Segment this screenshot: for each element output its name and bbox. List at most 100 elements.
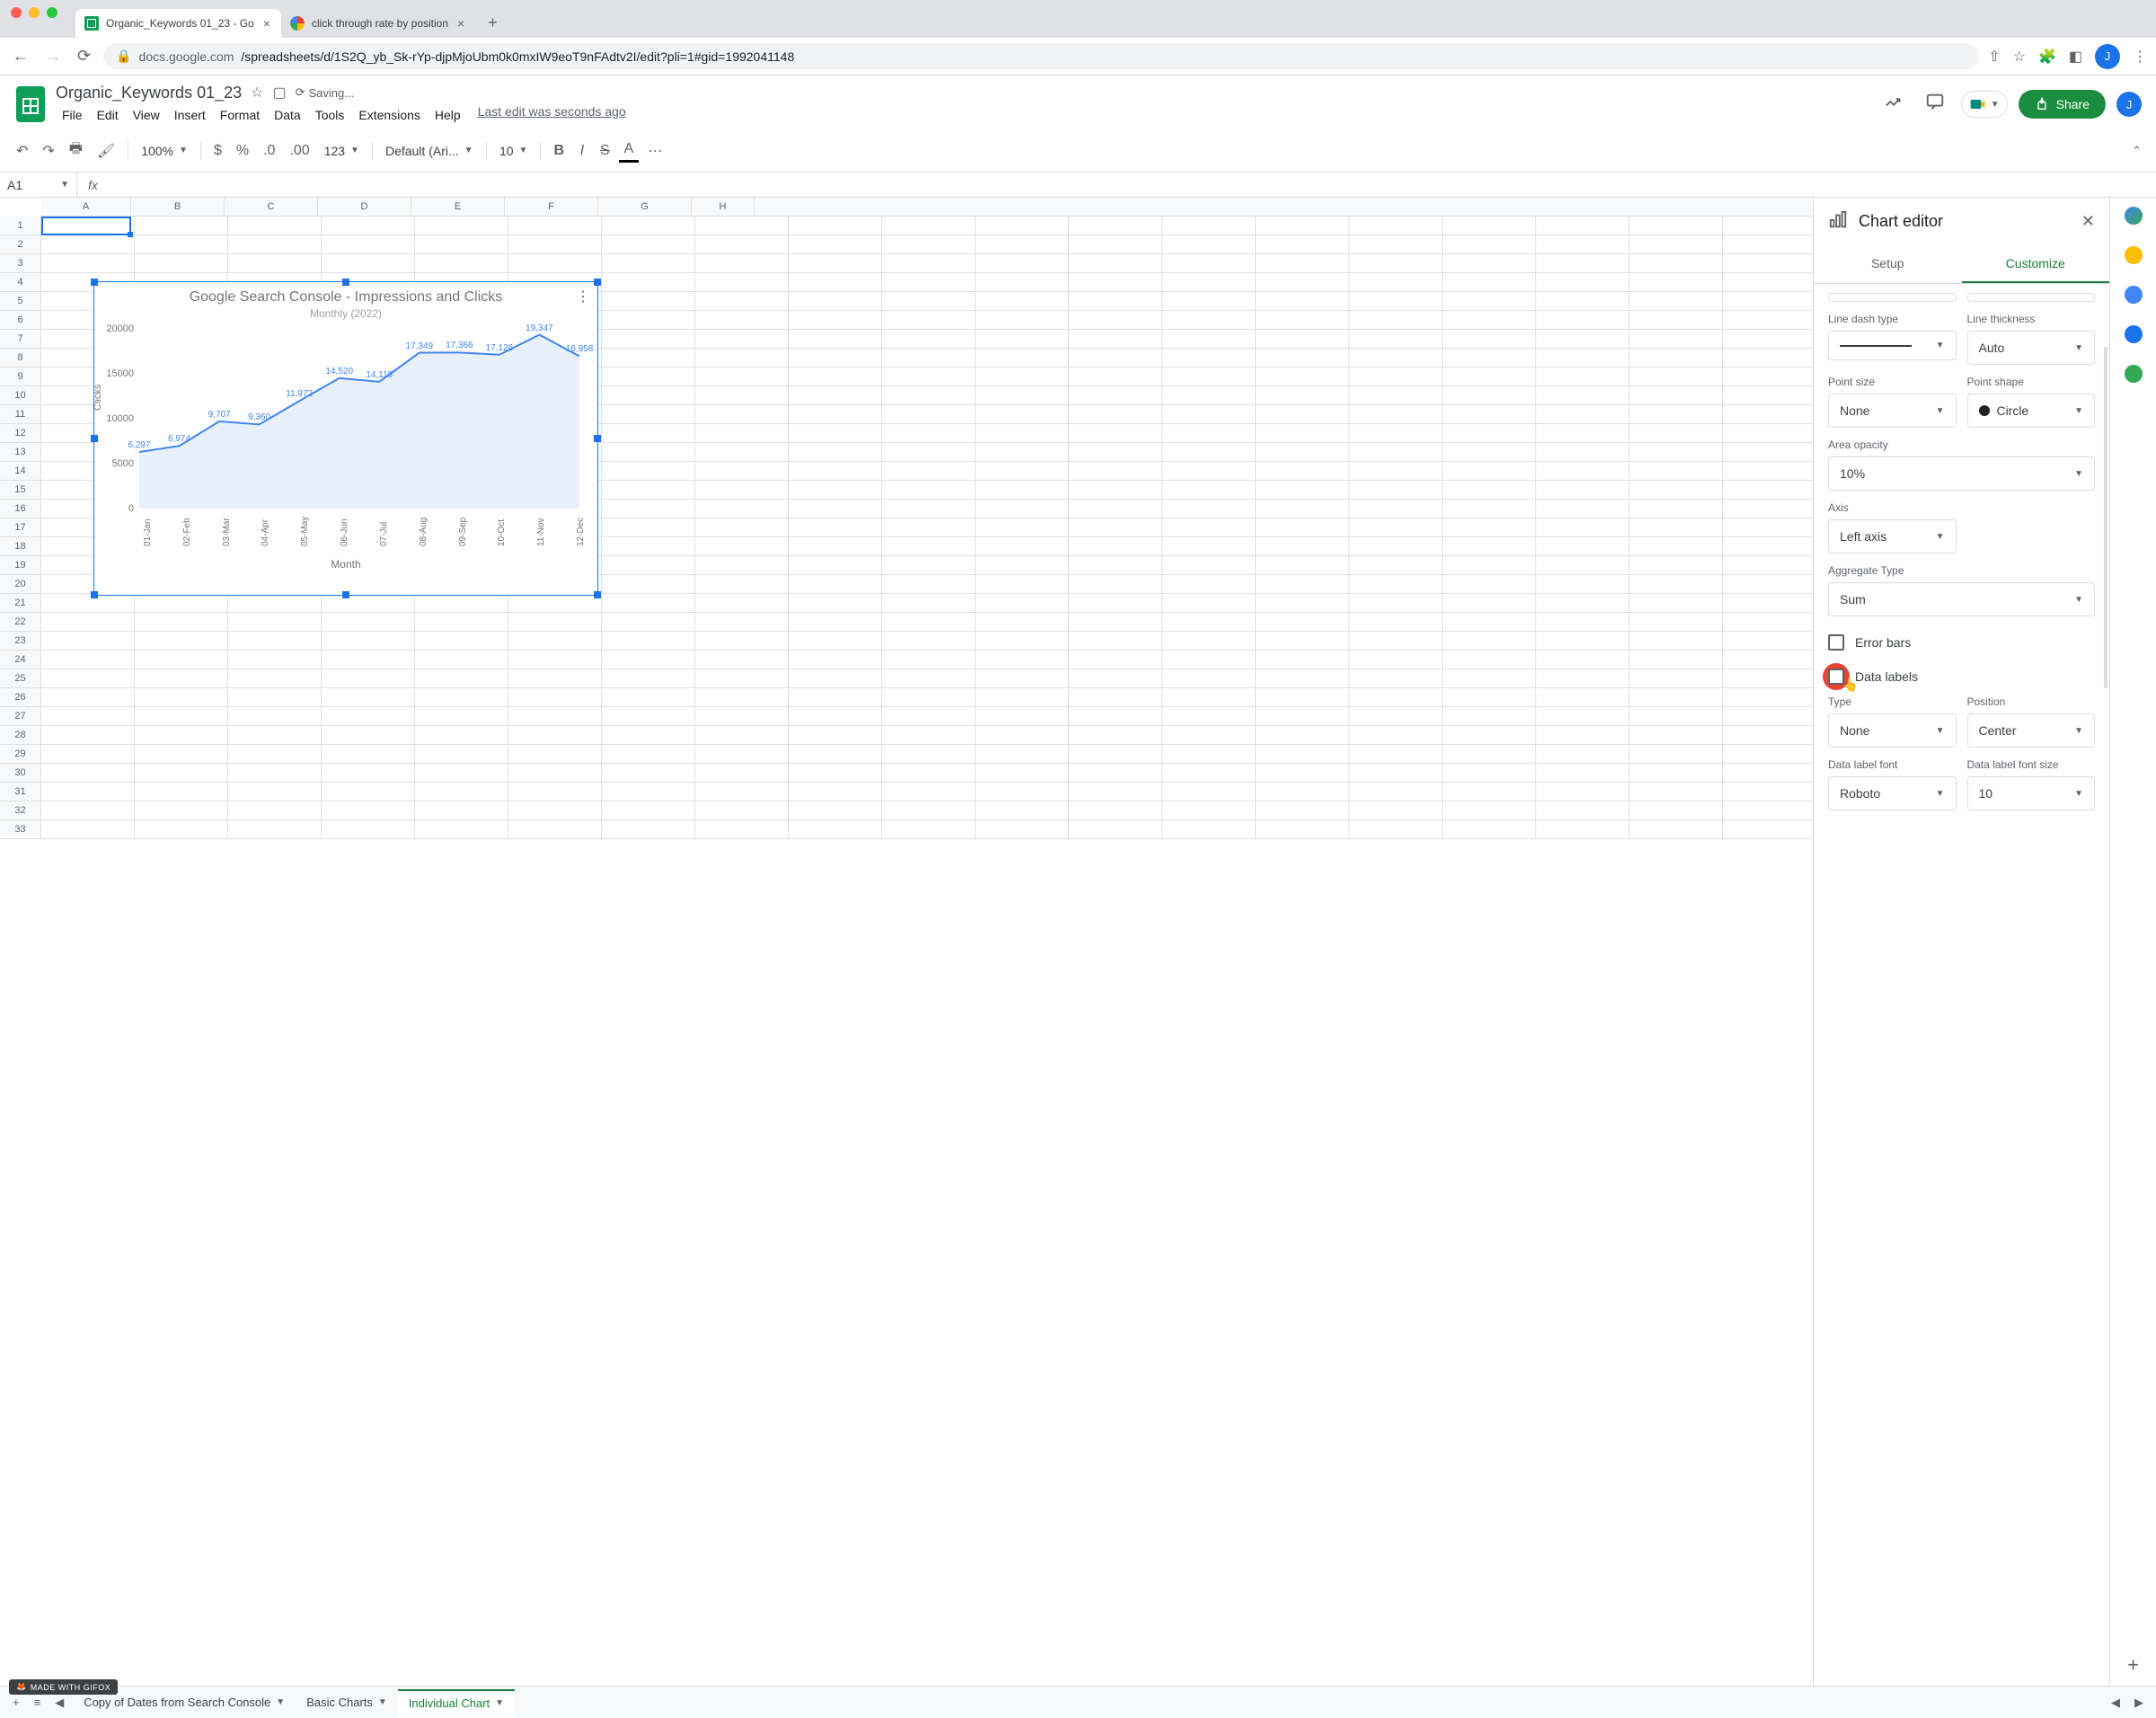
row-header[interactable]: 5 xyxy=(0,292,40,311)
scroll-left-button[interactable]: ◀ xyxy=(2106,1690,2125,1715)
row-header[interactable]: 18 xyxy=(0,537,40,556)
resize-handle[interactable] xyxy=(342,591,349,598)
row-header[interactable]: 4 xyxy=(0,273,40,292)
row-header[interactable]: 8 xyxy=(0,349,40,368)
row-header[interactable]: 11 xyxy=(0,405,40,424)
resize-handle[interactable] xyxy=(594,435,601,442)
axis-select[interactable]: Left axis▼ xyxy=(1828,519,1957,553)
more-toolbar-icon[interactable]: ⋯ xyxy=(642,137,667,165)
formula-input[interactable] xyxy=(109,178,2156,192)
menu-data[interactable]: Data xyxy=(268,104,307,126)
row-header[interactable]: 20 xyxy=(0,575,40,594)
dl-position-select[interactable]: Center▼ xyxy=(1967,713,2096,748)
close-window-icon[interactable] xyxy=(11,7,22,18)
row-header[interactable]: 19 xyxy=(0,556,40,575)
row-header[interactable]: 21 xyxy=(0,594,40,613)
doc-title[interactable]: Organic_Keywords 01_23 xyxy=(56,84,242,102)
row-header[interactable]: 16 xyxy=(0,500,40,518)
sheets-logo-icon[interactable] xyxy=(14,83,47,126)
selected-cell[interactable] xyxy=(41,217,131,235)
col-header[interactable]: C xyxy=(225,198,318,216)
undo-button[interactable]: ↶ xyxy=(11,137,33,165)
minimize-window-icon[interactable] xyxy=(29,7,40,18)
row-header[interactable]: 32 xyxy=(0,801,40,820)
tab-setup[interactable]: Setup xyxy=(1814,245,1962,283)
col-header[interactable]: F xyxy=(505,198,598,216)
row-header[interactable]: 23 xyxy=(0,632,40,651)
profile-avatar[interactable]: J xyxy=(2095,44,2120,69)
bold-button[interactable]: B xyxy=(548,137,570,164)
scroll-right-button[interactable]: ▶ xyxy=(2129,1690,2149,1715)
line-thickness-select[interactable]: Auto▼ xyxy=(1967,331,2096,365)
browser-tab-active[interactable]: Organic_Keywords 01_23 - Go × xyxy=(75,9,281,38)
extensions-icon[interactable]: 🧩 xyxy=(2038,48,2056,66)
row-header[interactable]: 22 xyxy=(0,613,40,632)
menu-file[interactable]: File xyxy=(56,104,89,126)
row-header[interactable]: 9 xyxy=(0,368,40,386)
address-bar[interactable]: 🔒 docs.google.com/spreadsheets/d/1S2Q_yb… xyxy=(103,43,1979,69)
dl-fontsize-select[interactable]: 10▼ xyxy=(1967,776,2096,810)
reload-button[interactable]: ⟳ xyxy=(74,43,94,69)
resize-handle[interactable] xyxy=(594,591,601,598)
tasks-icon[interactable] xyxy=(2125,286,2143,304)
row-header[interactable]: 17 xyxy=(0,518,40,537)
col-header[interactable]: A xyxy=(41,198,131,216)
collapse-toolbar-icon[interactable]: ⌃ xyxy=(2128,140,2145,162)
close-sidebar-icon[interactable]: ✕ xyxy=(2081,212,2095,231)
new-tab-button[interactable]: + xyxy=(479,8,507,38)
row-header[interactable]: 30 xyxy=(0,764,40,783)
tab-close-icon[interactable]: × xyxy=(261,16,272,31)
sheet-tab[interactable]: Basic Charts▼ xyxy=(296,1689,398,1715)
dl-font-select[interactable]: Roboto▼ xyxy=(1828,776,1957,810)
bookmark-icon[interactable]: ☆ xyxy=(2013,48,2026,66)
point-shape-select[interactable]: Circle▼ xyxy=(1967,394,2096,428)
last-edit-link[interactable]: Last edit was seconds ago xyxy=(478,104,626,126)
row-header[interactable]: 10 xyxy=(0,386,40,405)
calendar-icon[interactable] xyxy=(2125,207,2143,225)
kebab-menu-icon[interactable]: ⋮ xyxy=(2133,48,2147,66)
col-header[interactable]: H xyxy=(692,198,755,216)
prev-field-dropdown[interactable] xyxy=(1828,293,1957,302)
row-header[interactable]: 12 xyxy=(0,424,40,443)
line-dash-select[interactable]: ▼ xyxy=(1828,331,1957,360)
row-header[interactable]: 25 xyxy=(0,669,40,688)
row-header[interactable]: 15 xyxy=(0,481,40,500)
decrease-decimal-button[interactable]: .0 xyxy=(258,137,280,164)
menu-edit[interactable]: Edit xyxy=(91,104,125,126)
sheet-tab[interactable]: Individual Chart▼ xyxy=(398,1689,515,1715)
resize-handle[interactable] xyxy=(91,279,98,286)
strikethrough-button[interactable]: S xyxy=(595,137,615,164)
col-header[interactable]: B xyxy=(131,198,225,216)
comments-icon[interactable] xyxy=(1920,86,1950,122)
move-folder-icon[interactable]: ▢ xyxy=(272,84,286,102)
menu-extensions[interactable]: Extensions xyxy=(352,104,426,126)
menu-insert[interactable]: Insert xyxy=(168,104,212,126)
error-bars-checkbox[interactable] xyxy=(1828,634,1844,651)
maximize-window-icon[interactable] xyxy=(47,7,57,18)
point-size-select[interactable]: None▼ xyxy=(1828,394,1957,428)
prev-field-dropdown[interactable] xyxy=(1967,293,2096,302)
tab-close-icon[interactable]: × xyxy=(455,16,466,31)
spreadsheet-grid[interactable]: ABCDEFGH 1234567891011121314151617181920… xyxy=(0,198,1813,1713)
italic-button[interactable]: I xyxy=(573,137,591,164)
forward-button[interactable]: → xyxy=(41,43,65,69)
row-header[interactable]: 13 xyxy=(0,443,40,462)
browser-tab[interactable]: click through rate by position × xyxy=(281,9,475,38)
menu-view[interactable]: View xyxy=(127,104,166,126)
print-button[interactable]: 🖶 xyxy=(64,133,88,168)
col-header[interactable]: G xyxy=(598,198,692,216)
col-header[interactable]: D xyxy=(318,198,411,216)
area-opacity-select[interactable]: 10%▼ xyxy=(1828,456,2095,491)
row-header[interactable]: 7 xyxy=(0,330,40,349)
row-header[interactable]: 29 xyxy=(0,745,40,764)
row-header[interactable]: 14 xyxy=(0,462,40,481)
row-header[interactable]: 6 xyxy=(0,311,40,330)
keep-icon[interactable] xyxy=(2125,246,2143,264)
row-header[interactable]: 3 xyxy=(0,254,40,273)
name-box[interactable]: A1▼ xyxy=(0,173,77,197)
resize-handle[interactable] xyxy=(342,279,349,286)
menu-format[interactable]: Format xyxy=(214,104,266,126)
resize-handle[interactable] xyxy=(91,591,98,598)
share-button[interactable]: Share xyxy=(2019,90,2106,119)
row-header[interactable]: 2 xyxy=(0,235,40,254)
